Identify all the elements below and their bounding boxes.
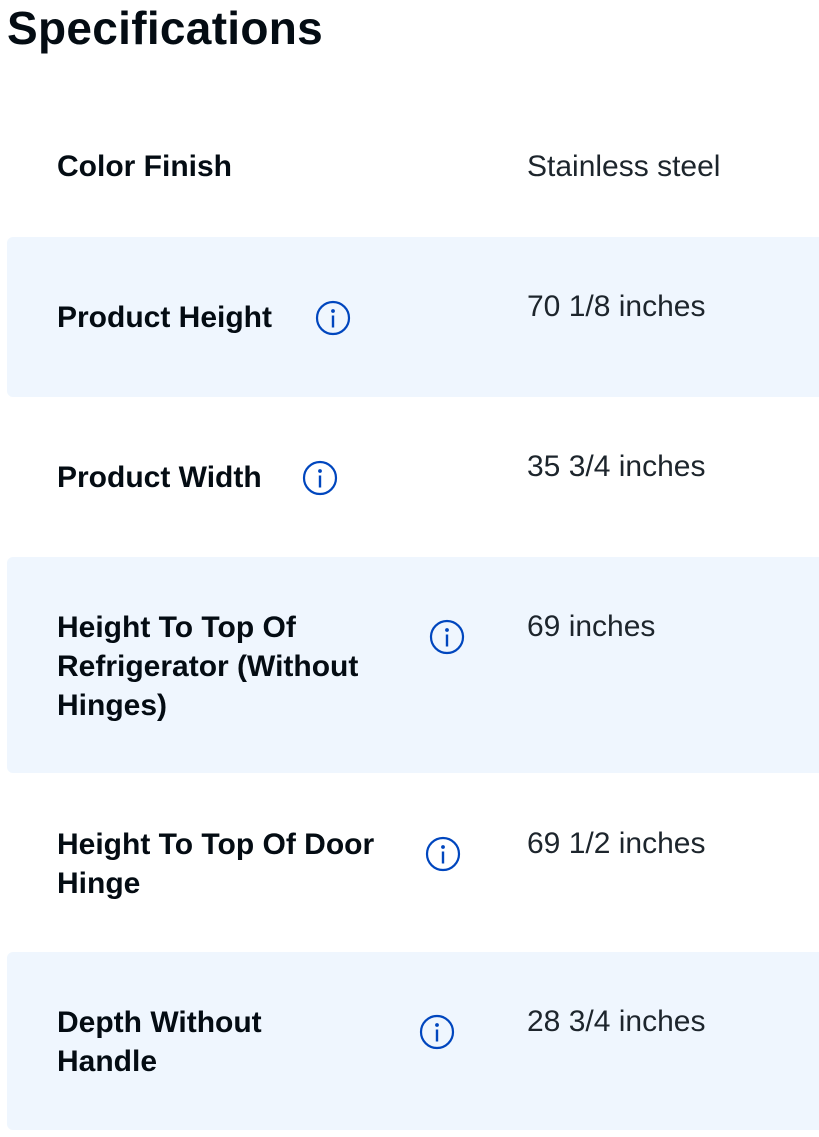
- spec-row: Product Height 70 1/8 inches: [7, 237, 819, 397]
- spec-value: 28 3/4 inches: [527, 1005, 706, 1038]
- spec-value: 70 1/8 inches: [527, 290, 706, 323]
- spec-row: Color Finish Stainless steel: [7, 97, 819, 237]
- spec-row: Product Width 35 3/4 inches: [7, 397, 819, 557]
- spec-label: Color Finish: [57, 150, 232, 183]
- spec-row: Height To Top Of Door Hinge 69 1/2 inche…: [7, 773, 819, 952]
- spec-value: Stainless steel: [527, 150, 721, 183]
- spec-row: Height To Top Of Refrigerator (Without H…: [7, 557, 819, 773]
- page-title: Specifications: [7, 2, 324, 54]
- spec-value: 35 3/4 inches: [527, 450, 706, 483]
- info-icon[interactable]: [429, 619, 465, 655]
- spec-label: Product Width: [57, 461, 262, 494]
- info-icon[interactable]: [315, 300, 351, 336]
- info-icon[interactable]: [425, 836, 461, 872]
- spec-row: Depth Without Handle 28 3/4 inches: [7, 952, 819, 1130]
- spec-value: 69 inches: [527, 610, 656, 643]
- spec-label: Height To Top Of Door Hinge: [57, 828, 375, 900]
- spec-label: Depth Without Handle: [57, 1006, 262, 1078]
- spec-label: Product Height: [57, 301, 272, 334]
- info-icon[interactable]: [302, 460, 338, 496]
- info-icon[interactable]: [419, 1014, 455, 1050]
- spec-value: 69 1/2 inches: [527, 827, 706, 860]
- spec-label: Height To Top Of Refrigerator (Without H…: [57, 611, 359, 722]
